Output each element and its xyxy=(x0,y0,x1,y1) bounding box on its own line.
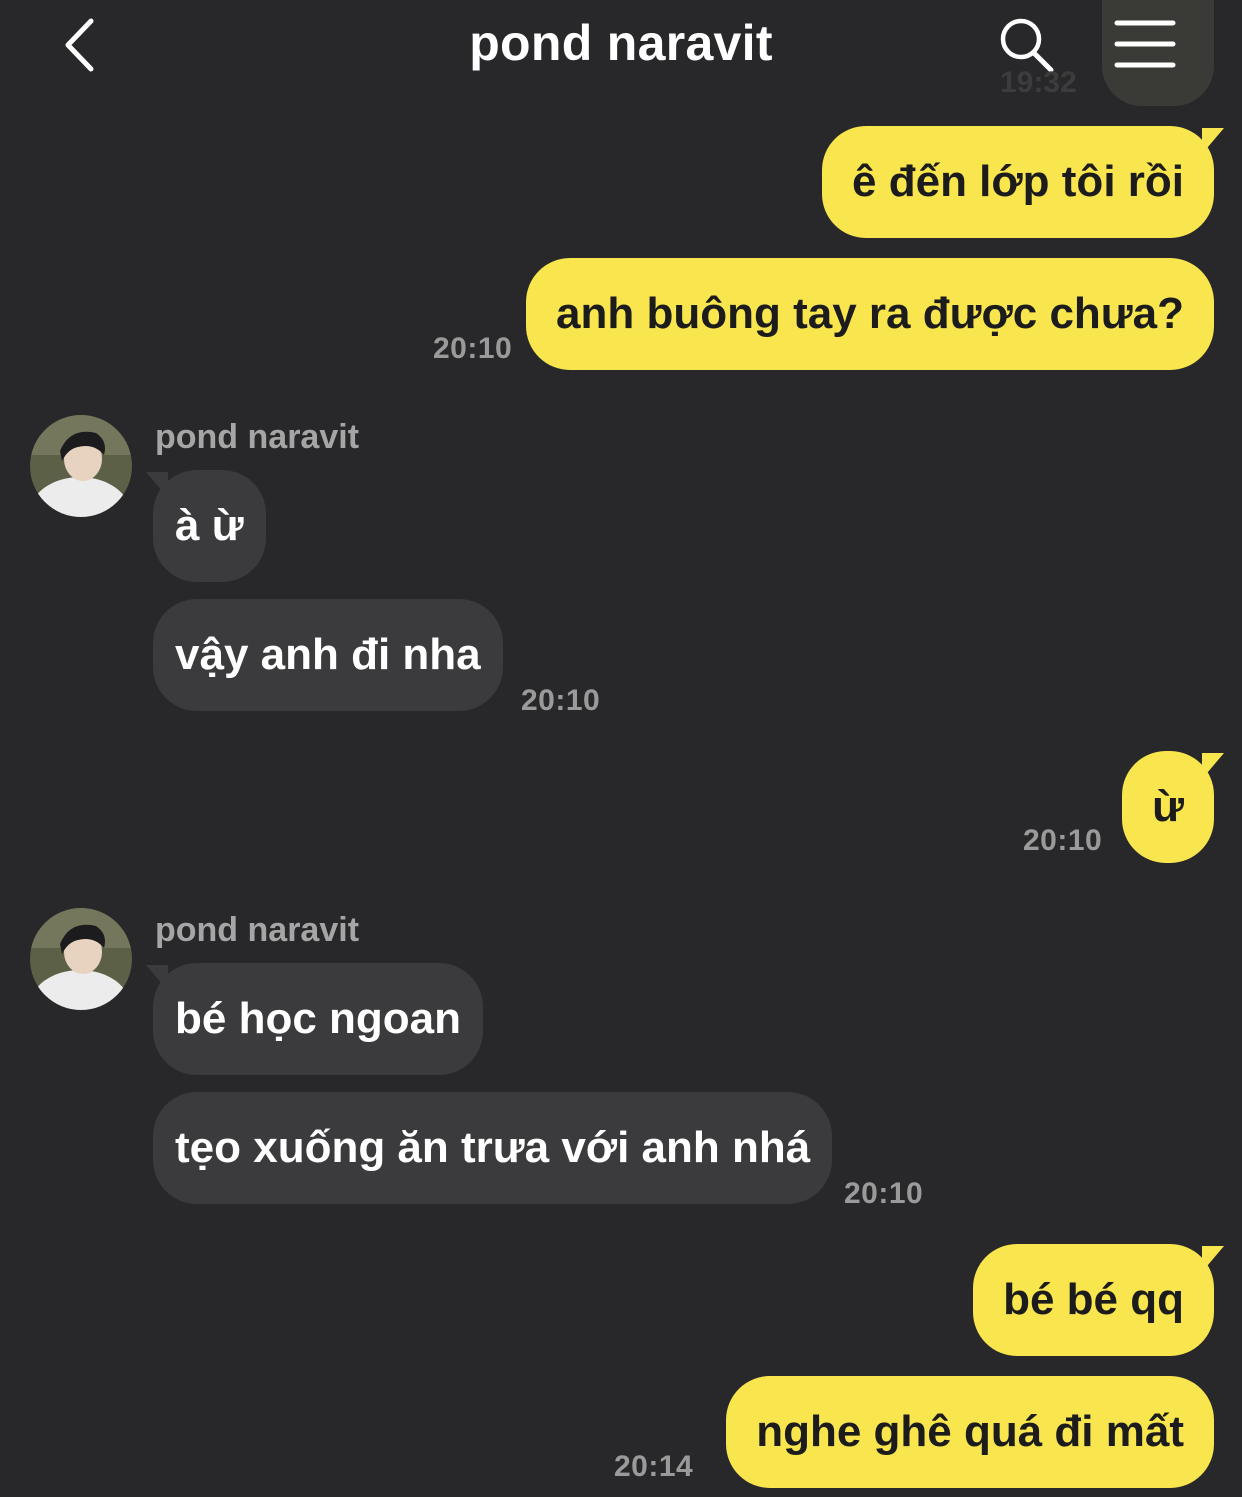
outgoing-message-bubble[interactable]: ê đến lớp tôi rồi xyxy=(822,126,1214,238)
avatar[interactable] xyxy=(30,415,132,517)
outgoing-message-bubble[interactable]: nghe ghê quá đi mất xyxy=(726,1376,1214,1488)
incoming-message-bubble[interactable]: vậy anh đi nha xyxy=(153,599,503,711)
message-timestamp: 20:10 xyxy=(433,332,513,365)
ghost-timestamp: 19:32 xyxy=(1000,66,1077,99)
message-timestamp: 20:10 xyxy=(1023,824,1103,857)
incoming-message-bubble[interactable]: tẹo xuống ăn trưa với anh nhá xyxy=(153,1092,833,1204)
sender-name: pond naravit xyxy=(155,911,360,949)
incoming-message-bubble[interactable]: bé học ngoan xyxy=(153,963,483,1075)
avatar[interactable] xyxy=(30,908,132,1010)
message-timestamp: 20:10 xyxy=(844,1177,924,1210)
message-timestamp: 20:14 xyxy=(614,1450,694,1483)
outgoing-message-bubble[interactable]: anh buông tay ra được chưa? xyxy=(526,258,1214,370)
outgoing-message-bubble[interactable]: ừ xyxy=(1122,751,1214,863)
sender-name: pond naravit xyxy=(155,418,360,456)
menu-icon[interactable] xyxy=(1113,18,1177,70)
incoming-message-bubble[interactable]: à ừ xyxy=(153,470,266,582)
outgoing-message-bubble[interactable]: bé bé qq xyxy=(973,1244,1214,1356)
message-timestamp: 20:10 xyxy=(521,684,601,717)
